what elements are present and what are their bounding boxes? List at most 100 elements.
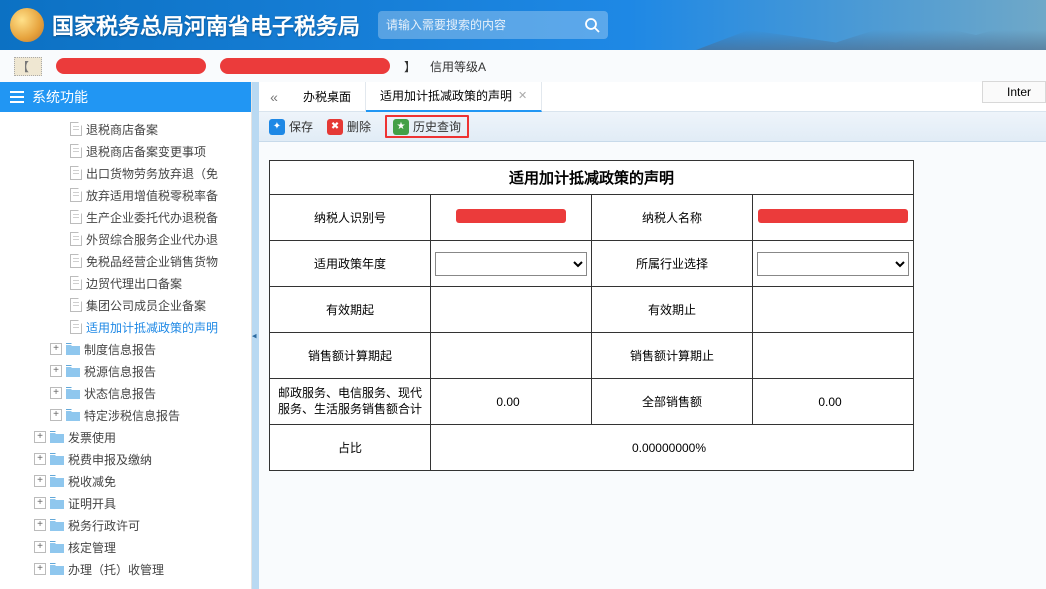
policy-year-select-cell xyxy=(431,241,592,287)
valid-to-label: 有效期止 xyxy=(592,287,753,333)
tree-folder[interactable]: +税费申报及缴纳 xyxy=(0,448,251,470)
tree-folder[interactable]: +状态信息报告 xyxy=(0,382,251,404)
folder-icon xyxy=(66,365,80,377)
expand-icon[interactable]: + xyxy=(50,387,62,399)
total-sales-value: 0.00 xyxy=(753,379,914,425)
tree-item[interactable]: 出口货物劳务放弃退（免 xyxy=(0,162,251,184)
tree-item[interactable]: 免税品经营企业销售货物 xyxy=(0,250,251,272)
valid-from-value xyxy=(431,287,592,333)
valid-to-value xyxy=(753,287,914,333)
ratio-value: 0.00000000% xyxy=(431,425,914,471)
delete-button[interactable]: ✖删除 xyxy=(327,118,371,135)
folder-icon xyxy=(66,409,80,421)
ratio-label: 占比 xyxy=(270,425,431,471)
folder-icon xyxy=(50,541,64,553)
tree-item[interactable]: 外贸综合服务企业代办退 xyxy=(0,228,251,250)
nav-tree[interactable]: 退税商店备案 退税商店备案变更事项 出口货物劳务放弃退（免 放弃适用增值税零税率… xyxy=(0,112,251,589)
sales-period-to-value xyxy=(753,333,914,379)
tree-folder[interactable]: +税务行政许可 xyxy=(0,514,251,536)
valid-from-label: 有效期起 xyxy=(270,287,431,333)
industry-select-cell xyxy=(753,241,914,287)
search-input[interactable] xyxy=(386,18,584,32)
global-search[interactable] xyxy=(378,11,608,39)
tree-folder[interactable]: +税源信息报告 xyxy=(0,360,251,382)
search-icon[interactable] xyxy=(584,17,600,33)
industry-select[interactable] xyxy=(757,252,909,276)
app-title: 国家税务总局河南省电子税务局 xyxy=(52,9,360,41)
tab-desktop[interactable]: 办税桌面 xyxy=(289,82,366,112)
folder-icon xyxy=(50,497,64,509)
expand-icon[interactable]: + xyxy=(34,519,46,531)
greeting-bar: 【 】 信用等级A xyxy=(0,50,1046,82)
tab-label: 办税桌面 xyxy=(303,88,351,105)
file-icon xyxy=(70,320,82,334)
expand-icon[interactable]: + xyxy=(34,453,46,465)
folder-icon xyxy=(50,431,64,443)
tree-item[interactable]: 集团公司成员企业备案 xyxy=(0,294,251,316)
form-toolbar: ✦保存 ✖删除 ★历史查询 xyxy=(259,112,1046,142)
tree-folder[interactable]: +制度信息报告 xyxy=(0,338,251,360)
taxpayer-name-label: 纳税人名称 xyxy=(592,195,753,241)
tree-folder[interactable]: +证明开具 xyxy=(0,492,251,514)
taxpayer-name-value xyxy=(753,195,914,241)
burger-icon xyxy=(10,91,24,103)
expand-icon[interactable]: + xyxy=(34,563,46,575)
redacted-user-info xyxy=(220,58,390,74)
tree-folder[interactable]: +税收减免 xyxy=(0,470,251,492)
sidebar: 系统功能 退税商店备案 退税商店备案变更事项 出口货物劳务放弃退（免 放弃适用增… xyxy=(0,82,252,589)
folder-icon xyxy=(50,453,64,465)
form-title: 适用加计抵减政策的声明 xyxy=(270,161,914,195)
history-icon: ★ xyxy=(393,119,409,135)
file-icon xyxy=(70,254,82,268)
service-sales-value: 0.00 xyxy=(431,379,592,425)
tree-item-active[interactable]: 适用加计抵减政策的声明 xyxy=(0,316,251,338)
redacted-greeting: 【 xyxy=(14,57,42,76)
tree-folder[interactable]: +发票使用 xyxy=(0,426,251,448)
file-icon xyxy=(70,144,82,158)
industry-label: 所属行业选择 xyxy=(592,241,753,287)
sidebar-collapse-handle[interactable] xyxy=(252,82,259,589)
tree-item[interactable]: 退税商店备案 xyxy=(0,118,251,140)
tree-item[interactable]: 边贸代理出口备案 xyxy=(0,272,251,294)
folder-icon xyxy=(66,387,80,399)
expand-icon[interactable]: + xyxy=(50,343,62,355)
sales-period-from-value xyxy=(431,333,592,379)
expand-icon[interactable]: + xyxy=(34,431,46,443)
form-container: 适用加计抵减政策的声明 纳税人识别号 纳税人名称 适用政策年度 所属行业选择 有… xyxy=(259,142,1046,489)
tree-folder[interactable]: +核定管理 xyxy=(0,536,251,558)
policy-year-select[interactable] xyxy=(435,252,587,276)
file-icon xyxy=(70,298,82,312)
tab-current[interactable]: 适用加计抵减政策的声明 ✕ xyxy=(366,82,542,112)
save-button[interactable]: ✦保存 xyxy=(269,118,313,135)
collapse-left-icon[interactable]: « xyxy=(259,89,289,105)
redacted-user-info xyxy=(56,58,206,74)
app-header: 国家税务总局河南省电子税务局 xyxy=(0,0,1046,50)
tabs-bar: « 办税桌面 适用加计抵减政策的声明 ✕ xyxy=(259,82,1046,112)
history-query-button[interactable]: ★历史查询 xyxy=(385,115,469,138)
file-icon xyxy=(70,122,82,136)
tree-item[interactable]: 生产企业委托代办退税备 xyxy=(0,206,251,228)
sales-period-to-label: 销售额计算期止 xyxy=(592,333,753,379)
credit-level: 信用等级A xyxy=(430,58,486,75)
expand-icon[interactable]: + xyxy=(50,409,62,421)
expand-icon[interactable]: + xyxy=(50,365,62,377)
tree-folder[interactable]: +办理（托）收管理 xyxy=(0,558,251,580)
expand-icon[interactable]: + xyxy=(34,541,46,553)
internal-indicator: Inter xyxy=(982,81,1046,103)
tree-item[interactable]: 退税商店备案变更事项 xyxy=(0,140,251,162)
sidebar-header[interactable]: 系统功能 xyxy=(0,82,251,112)
sales-period-from-label: 销售额计算期起 xyxy=(270,333,431,379)
sidebar-title: 系统功能 xyxy=(32,87,88,107)
folder-icon xyxy=(50,475,64,487)
tab-label: 适用加计抵减政策的声明 xyxy=(380,87,512,104)
tree-folder[interactable]: +特定涉税信息报告 xyxy=(0,404,251,426)
tree-item[interactable]: 放弃适用增值税零税率备 xyxy=(0,184,251,206)
close-icon[interactable]: ✕ xyxy=(518,89,527,102)
expand-icon[interactable]: + xyxy=(34,475,46,487)
file-icon xyxy=(70,188,82,202)
decorative-mountain xyxy=(696,0,1046,50)
folder-icon xyxy=(66,343,80,355)
expand-icon[interactable]: + xyxy=(34,497,46,509)
file-icon xyxy=(70,276,82,290)
redacted-bracket: 】 xyxy=(404,58,416,75)
